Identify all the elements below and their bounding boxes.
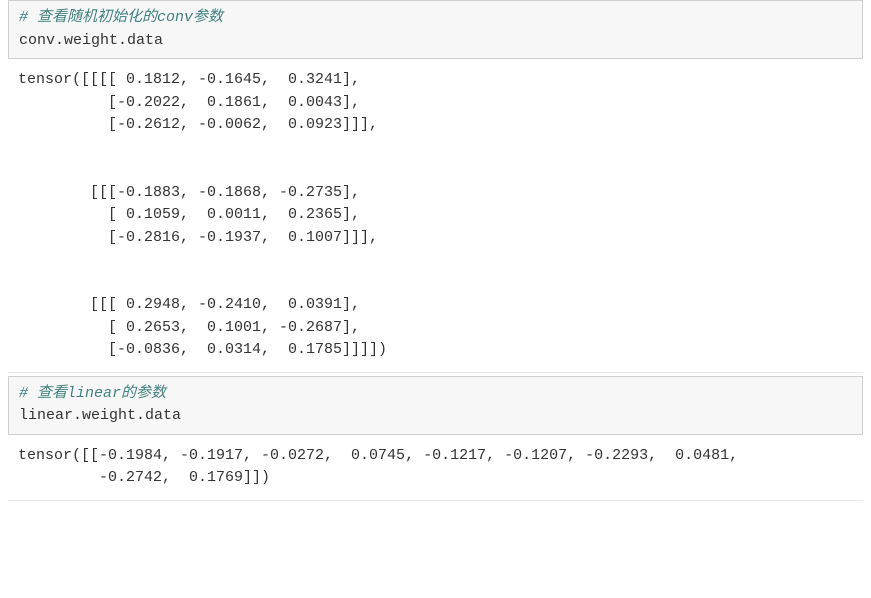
code-cell-output-1: tensor([[[[ 0.1812, -0.1645, 0.3241], [-…	[8, 59, 863, 373]
code-cell-input-1: # 查看随机初始化的conv参数 conv.weight.data	[8, 0, 863, 59]
code-comment: # 查看随机初始化的conv参数	[19, 7, 852, 30]
code-cell-output-2: tensor([[-0.1984, -0.1917, -0.0272, 0.07…	[8, 435, 863, 501]
code-line: linear.weight.data	[19, 405, 852, 428]
code-comment: # 查看linear的参数	[19, 383, 852, 406]
code-line: conv.weight.data	[19, 30, 852, 53]
output-text: tensor([[[[ 0.1812, -0.1645, 0.3241], [-…	[18, 69, 853, 362]
code-cell-input-2: # 查看linear的参数 linear.weight.data	[8, 376, 863, 435]
output-text: tensor([[-0.1984, -0.1917, -0.0272, 0.07…	[18, 445, 853, 490]
